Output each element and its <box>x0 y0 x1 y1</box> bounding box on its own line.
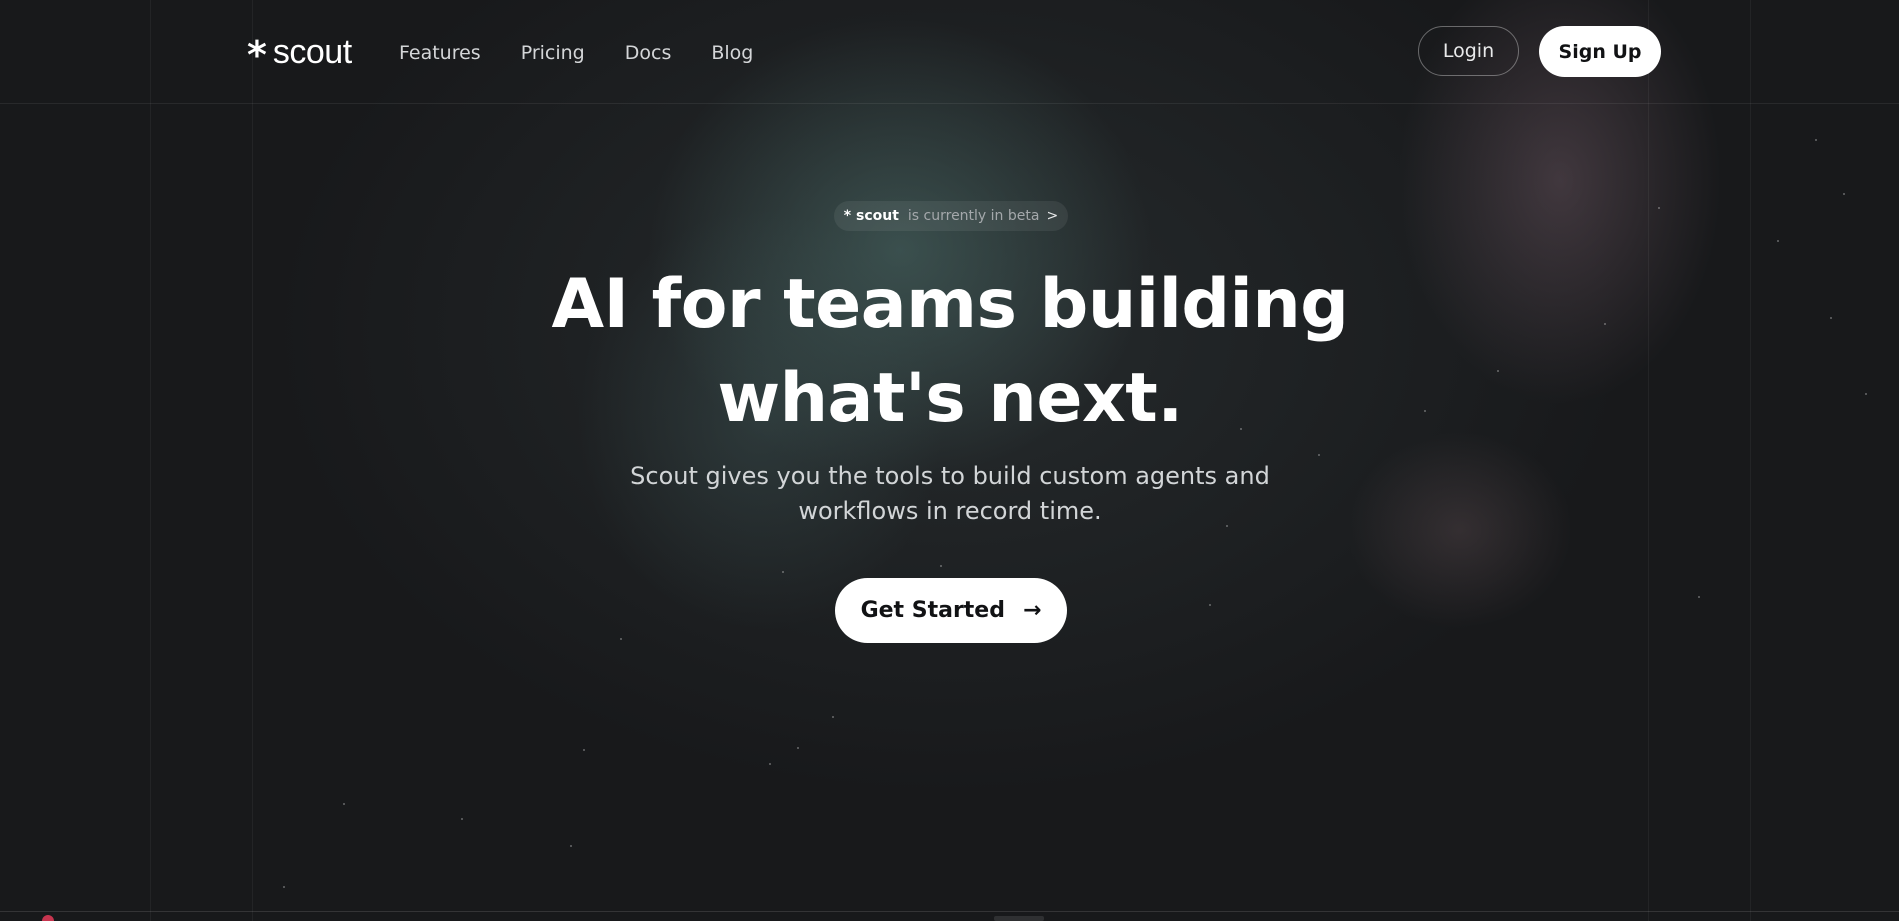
arrow-right-icon: → <box>1022 597 1042 623</box>
landing-page: * scout Features Pricing Docs Blog Login… <box>0 0 1899 921</box>
hero-headline-line-1: AI for teams building <box>551 265 1349 344</box>
hero-headline: AI for teams building what's next. <box>450 258 1450 446</box>
background-grid-line <box>252 0 253 921</box>
nav-link-docs[interactable]: Docs <box>625 40 672 66</box>
bottom-tab-stub <box>994 916 1044 921</box>
logo-text: scout <box>272 33 352 71</box>
nav-link-pricing[interactable]: Pricing <box>521 40 585 66</box>
nav-link-blog[interactable]: Blog <box>711 40 753 66</box>
nav-link-features[interactable]: Features <box>399 40 481 66</box>
beta-brand-label: * scout <box>843 208 899 224</box>
sign-up-button[interactable]: Sign Up <box>1539 26 1661 77</box>
background-grid-line <box>1750 0 1751 921</box>
hero-subtitle-line-1: Scout gives you the tools to build custo… <box>630 462 1270 490</box>
hero-headline-line-2: what's next. <box>717 359 1183 438</box>
background-grid-line <box>1648 0 1649 921</box>
login-button[interactable]: Login <box>1418 26 1519 76</box>
hero-subtitle: Scout gives you the tools to build custo… <box>620 459 1280 529</box>
bottom-divider <box>0 911 1899 912</box>
logo-link[interactable]: * scout <box>247 32 352 77</box>
beta-announcement-pill[interactable]: * scout is currently in beta > <box>834 201 1068 231</box>
status-dot-icon <box>42 915 54 921</box>
hero-subtitle-line-2: workflows in record time. <box>798 497 1102 525</box>
get-started-button[interactable]: Get Started → <box>835 578 1067 643</box>
chevron-right-icon: > <box>1046 208 1059 224</box>
get-started-label: Get Started <box>860 598 1005 623</box>
background-grid-line <box>150 0 151 921</box>
asterisk-icon: * <box>247 33 267 77</box>
nav-links: Features Pricing Docs Blog <box>399 40 753 66</box>
beta-status-text: is currently in beta <box>907 208 1040 224</box>
top-navigation: * scout Features Pricing Docs Blog Login… <box>0 0 1899 104</box>
